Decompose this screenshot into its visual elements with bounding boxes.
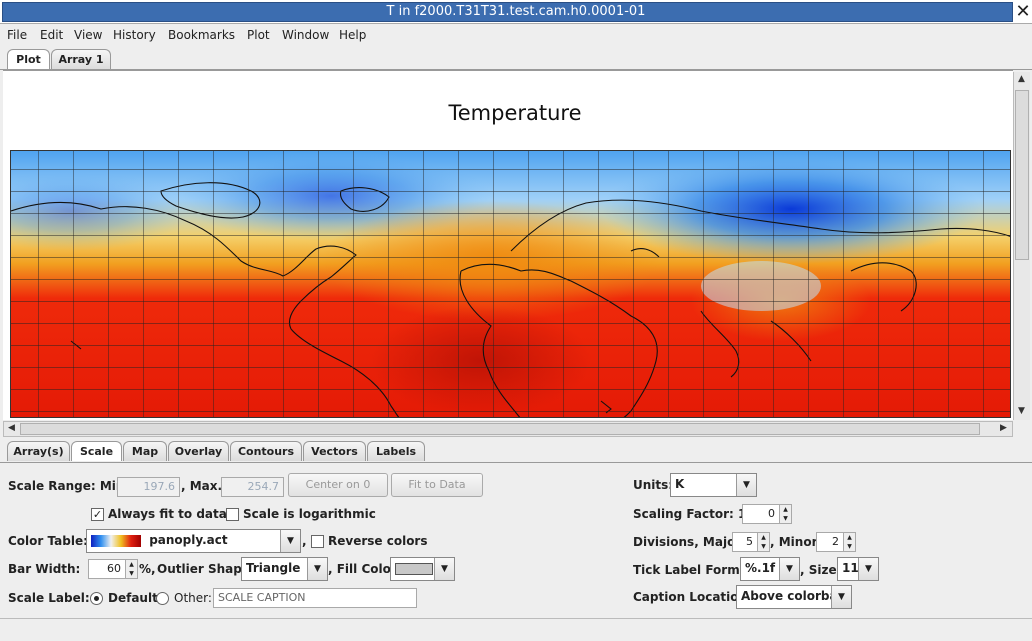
menu-bar: File Edit View History Bookmarks Plot Wi…	[0, 24, 1032, 46]
stepper-arrows-icon[interactable]: ▲ ▼	[843, 533, 855, 551]
menu-window[interactable]: Window	[282, 26, 329, 44]
menu-edit[interactable]: Edit	[40, 26, 63, 44]
scale-label-label: Scale Label:	[8, 591, 90, 605]
size-label: , Size:	[800, 563, 842, 577]
plot-title: Temperature	[448, 101, 582, 125]
chevron-down-icon[interactable]: ▼	[280, 530, 300, 552]
caption-location-label: Caption Location:	[633, 590, 752, 604]
tab-array-1[interactable]: Array 1	[51, 49, 111, 69]
scale-min-field[interactable]: 197.6	[117, 477, 180, 497]
tab-plot[interactable]: Plot	[7, 49, 50, 69]
major-divisions-stepper[interactable]: 5 ▲ ▼	[732, 532, 770, 552]
major-divisions-value: 5	[746, 535, 753, 548]
chevron-down-icon[interactable]: ▼	[434, 558, 454, 580]
scroll-left-icon[interactable]: ◀	[4, 423, 19, 433]
outlier-shape-value: Triangle	[246, 561, 301, 575]
menu-file[interactable]: File	[7, 26, 27, 44]
close-icon[interactable]: ✕	[1014, 2, 1032, 22]
scroll-right-icon[interactable]: ▶	[996, 423, 1011, 433]
caption-location-value: Above colorbar	[741, 589, 844, 603]
tab-map[interactable]: Map	[123, 441, 167, 461]
tab-overlay[interactable]: Overlay	[168, 441, 229, 461]
scale-caption-input[interactable]: SCALE CAPTION	[213, 588, 417, 608]
map-image	[11, 151, 1010, 417]
chevron-down-icon[interactable]: ▼	[307, 558, 327, 580]
menu-help[interactable]: Help	[339, 26, 366, 44]
vertical-scrollbar[interactable]: ▲ ▼	[1013, 72, 1030, 420]
color-table-value: panoply.act	[149, 533, 228, 547]
scale-max-label: , Max.:	[181, 479, 227, 493]
window-title: T in f2000.T31T31.test.cam.h0.0001-01	[386, 4, 646, 19]
color-table-swatch	[91, 534, 141, 547]
tick-size-value: 11	[842, 561, 859, 575]
chevron-down-icon[interactable]: ▼	[736, 474, 756, 496]
fill-color-combo[interactable]: ▼	[390, 557, 455, 581]
units-value: K	[675, 477, 685, 491]
tick-format-combo[interactable]: %.1f ▼	[740, 557, 800, 581]
chevron-down-icon[interactable]: ▼	[831, 586, 851, 608]
scroll-down-icon[interactable]: ▼	[1014, 406, 1029, 416]
bar-width-label: Bar Width:	[8, 562, 81, 576]
scaling-factor-stepper[interactable]: 0 ▲ ▼	[742, 504, 792, 524]
reverse-colors-checkbox[interactable]	[311, 535, 324, 548]
fill-color-swatch	[395, 562, 433, 575]
stepper-arrows-icon[interactable]: ▲ ▼	[757, 533, 769, 551]
reverse-colors-label: Reverse colors	[328, 534, 428, 548]
divisions-minor-label: , Minor:	[770, 535, 823, 549]
outlier-shape-combo[interactable]: Triangle ▼	[241, 557, 328, 581]
divisions-major-label: Divisions, Major:	[633, 535, 747, 549]
menu-plot[interactable]: Plot	[247, 26, 270, 44]
horizontal-scrollbar[interactable]: ◀ ▶	[3, 421, 1013, 437]
units-combo[interactable]: K ▼	[670, 473, 757, 497]
center-on-zero-button[interactable]: Center on 0	[288, 473, 388, 497]
default-radio[interactable]	[90, 592, 103, 605]
scale-range-label: Scale Range: Min.:	[8, 479, 134, 493]
caption-location-combo[interactable]: Above colorbar ▼	[736, 585, 852, 609]
temperature-map	[10, 150, 1011, 418]
always-fit-label: Always fit to data	[108, 507, 227, 521]
units-label: Units:	[633, 478, 674, 492]
logarithmic-checkbox[interactable]	[226, 508, 239, 521]
horizontal-scroll-thumb[interactable]	[20, 423, 980, 435]
scroll-up-icon[interactable]: ▲	[1014, 74, 1029, 84]
color-table-label: Color Table:	[8, 534, 88, 548]
tab-arrays[interactable]: Array(s)	[7, 441, 70, 461]
minor-divisions-value: 2	[832, 535, 839, 548]
always-fit-checkbox[interactable]: ✓	[91, 508, 104, 521]
vertical-scroll-thumb[interactable]	[1015, 90, 1029, 260]
color-table-combo[interactable]: panoply.act ▼	[86, 529, 301, 553]
other-radio[interactable]	[156, 592, 169, 605]
menu-bookmarks[interactable]: Bookmarks	[168, 26, 235, 44]
tab-labels[interactable]: Labels	[367, 441, 425, 461]
default-radio-label: Default	[108, 591, 158, 605]
tab-vectors[interactable]: Vectors	[303, 441, 366, 461]
tab-scale[interactable]: Scale	[71, 441, 122, 461]
tick-size-combo[interactable]: 11 ▼	[837, 557, 879, 581]
divider	[0, 618, 1032, 619]
scale-max-field[interactable]: 254.7	[221, 477, 284, 497]
chevron-down-icon[interactable]: ▼	[779, 558, 799, 580]
scaling-factor-value: 0	[768, 507, 775, 520]
bar-width-stepper[interactable]: 60 ▲ ▼	[88, 559, 138, 579]
chevron-down-icon[interactable]: ▼	[858, 558, 878, 580]
bar-width-value: 60	[107, 562, 121, 575]
other-radio-label: Other:	[174, 591, 212, 605]
percent-label: %,	[139, 562, 156, 576]
stepper-arrows-icon[interactable]: ▲ ▼	[125, 560, 137, 578]
fit-to-data-button[interactable]: Fit to Data	[391, 473, 483, 497]
stepper-arrows-icon[interactable]: ▲ ▼	[779, 505, 791, 523]
tick-format-value: %.1f	[745, 561, 776, 575]
minor-divisions-stepper[interactable]: 2 ▲ ▼	[816, 532, 856, 552]
logarithmic-label: Scale is logarithmic	[243, 507, 376, 521]
menu-view[interactable]: View	[74, 26, 102, 44]
tab-contours[interactable]: Contours	[230, 441, 302, 461]
menu-history[interactable]: History	[113, 26, 156, 44]
title-bar: T in f2000.T31T31.test.cam.h0.0001-01	[0, 0, 1032, 24]
